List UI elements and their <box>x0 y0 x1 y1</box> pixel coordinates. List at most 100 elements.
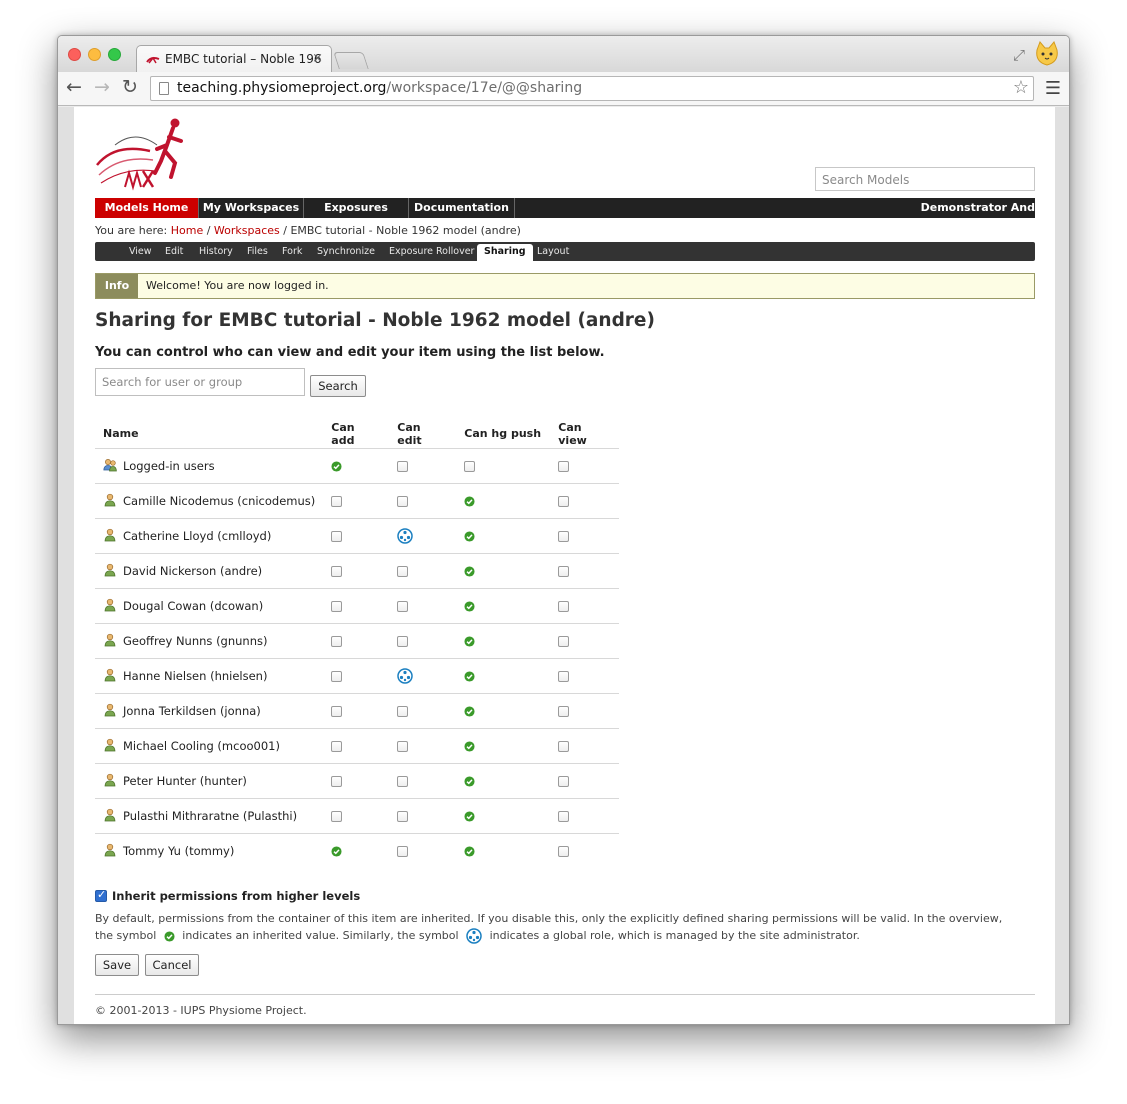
breadcrumb-prefix: You are here: <box>95 224 171 237</box>
nav-documentation[interactable]: Documentation <box>409 198 515 218</box>
permission-checkbox-can-edit[interactable] <box>397 460 409 472</box>
inherit-permissions-checkbox[interactable]: ✓ <box>95 888 107 902</box>
permission-checkbox-can-view[interactable] <box>558 845 570 857</box>
permission-cell-can-add <box>323 483 390 519</box>
permission-cell-can-view <box>550 623 619 659</box>
info-label: Info <box>96 274 138 298</box>
permission-checkbox-can-view[interactable] <box>558 460 570 472</box>
inherited-check-icon <box>464 530 475 542</box>
permission-checkbox-can-view[interactable] <box>558 775 570 787</box>
nav-exposures[interactable]: Exposures <box>304 198 409 218</box>
breadcrumb-current: EMBC tutorial - Noble 1962 model (andre) <box>290 224 521 237</box>
back-arrow-icon[interactable]: ← <box>66 76 82 98</box>
bookmark-star-icon[interactable]: ☆ <box>1013 77 1029 98</box>
reload-icon[interactable]: ↻ <box>122 76 138 98</box>
permission-checkbox-can-view[interactable] <box>558 635 570 647</box>
user-name-label: Jonna Terkildsen (jonna) <box>123 704 261 718</box>
permission-checkbox-can-view[interactable] <box>558 670 570 682</box>
permission-cell-can-add <box>323 693 390 729</box>
inherited-check-icon <box>464 635 475 647</box>
search-button[interactable]: Search <box>310 375 366 397</box>
permission-cell-can-edit <box>389 483 457 519</box>
permission-checkbox-can-edit[interactable] <box>397 600 409 612</box>
permission-cell-can-view <box>550 728 619 764</box>
user-name-label: Pulasthi Mithraratne (Pulasthi) <box>123 809 298 823</box>
page-title: Sharing for EMBC tutorial - Noble 1962 m… <box>95 310 655 331</box>
permission-checkbox-can-edit[interactable] <box>397 775 409 787</box>
permission-checkbox-can-add[interactable] <box>331 530 343 542</box>
tab-fork[interactable]: Fork <box>282 242 302 261</box>
user-name-label: Hanne Nielsen (hnielsen) <box>123 669 268 683</box>
tab-history[interactable]: History <box>199 242 233 261</box>
tab-layout[interactable]: Layout <box>537 242 569 261</box>
close-window-button[interactable] <box>68 48 81 61</box>
new-tab-button[interactable] <box>333 52 369 69</box>
inherited-check-icon <box>464 495 475 507</box>
tab-exposure-rollover[interactable]: Exposure Rollover <box>389 242 474 261</box>
permission-checkbox-can-add[interactable] <box>331 565 343 577</box>
permission-checkbox-can-edit[interactable] <box>397 810 409 822</box>
browser-tab[interactable]: EMBC tutorial – Noble 196 × <box>136 45 332 72</box>
permission-cell-can-add <box>323 623 390 659</box>
user-name-cell: Camille Nicodemus (cnicodemus) <box>95 483 324 519</box>
table-row: Tommy Yu (tommy) <box>95 833 619 868</box>
permission-checkbox-can-add[interactable] <box>331 635 343 647</box>
permission-checkbox-can-hg-push[interactable] <box>464 460 476 472</box>
tab-close-icon[interactable]: × <box>312 51 323 66</box>
permission-checkbox-can-edit[interactable] <box>397 635 409 647</box>
permission-cell-can-view <box>550 693 619 729</box>
permission-checkbox-can-view[interactable] <box>558 495 570 507</box>
user-name-label: David Nickerson (andre) <box>123 564 263 578</box>
table-row: David Nickerson (andre) <box>95 553 619 589</box>
inherited-check-icon <box>464 846 475 857</box>
permission-checkbox-can-add[interactable] <box>331 810 343 822</box>
breadcrumb-home-link[interactable]: Home <box>171 224 203 237</box>
permission-checkbox-can-view[interactable] <box>558 810 570 822</box>
user-group-search-input[interactable]: Search for user or group <box>95 368 305 396</box>
column-header-can-view: Can view <box>550 420 619 449</box>
permission-checkbox-can-edit[interactable] <box>397 740 409 752</box>
permission-checkbox-can-edit[interactable] <box>397 565 409 577</box>
tab-sharing[interactable]: Sharing <box>477 244 533 261</box>
permission-checkbox-can-view[interactable] <box>558 565 570 577</box>
permission-checkbox-can-view[interactable] <box>558 740 570 752</box>
user-name-cell: Dougal Cowan (dcowan) <box>95 588 324 624</box>
tab-edit[interactable]: Edit <box>165 242 183 261</box>
user-icon <box>104 633 116 647</box>
search-models-input[interactable]: Search Models <box>815 167 1035 191</box>
maximize-window-button[interactable] <box>108 48 121 61</box>
fullscreen-icon[interactable]: ⤢ <box>1013 46 1025 64</box>
inherit-permissions-label[interactable]: Inherit permissions from higher levels <box>112 889 360 903</box>
permission-checkbox-can-add[interactable] <box>331 600 343 612</box>
permission-checkbox-can-add[interactable] <box>331 495 343 507</box>
tab-files[interactable]: Files <box>247 242 268 261</box>
nav-models-home[interactable]: Models Home <box>95 198 199 218</box>
forward-arrow-icon[interactable]: → <box>94 76 110 98</box>
minimize-window-button[interactable] <box>88 48 101 61</box>
nav-my-workspaces[interactable]: My Workspaces <box>199 198 304 218</box>
permission-checkbox-can-view[interactable] <box>558 600 570 612</box>
permission-checkbox-can-edit[interactable] <box>397 705 409 717</box>
user-name-cell: Pulasthi Mithraratne (Pulasthi) <box>95 798 324 834</box>
permission-checkbox-can-edit[interactable] <box>397 845 409 857</box>
save-button[interactable]: Save <box>95 954 139 976</box>
tab-synchronize[interactable]: Synchronize <box>317 242 375 261</box>
permission-cell-can-view <box>550 763 619 799</box>
permission-checkbox-can-add[interactable] <box>331 670 343 682</box>
nav-user-menu[interactable]: Demonstrator And <box>921 198 1035 218</box>
permission-checkbox-can-edit[interactable] <box>397 495 409 507</box>
browser-menu-icon[interactable]: ☰ <box>1045 78 1061 99</box>
permission-checkbox-can-add[interactable] <box>331 775 343 787</box>
tab-view[interactable]: View <box>129 242 152 261</box>
cancel-button[interactable]: Cancel <box>145 954 199 976</box>
address-bar[interactable]: teaching.physiomeproject.org/workspace/1… <box>150 76 1034 101</box>
permission-checkbox-can-add[interactable] <box>331 705 343 717</box>
permission-checkbox-can-view[interactable] <box>558 530 570 542</box>
breadcrumb-workspaces-link[interactable]: Workspaces <box>214 224 280 237</box>
incognito-cat-icon <box>1036 41 1058 66</box>
permission-checkbox-can-add[interactable] <box>331 740 343 752</box>
physiome-logo[interactable] <box>95 115 187 191</box>
permission-cell-can-hg-push <box>456 448 551 484</box>
user-icon <box>104 668 116 682</box>
permission-checkbox-can-view[interactable] <box>558 705 570 717</box>
